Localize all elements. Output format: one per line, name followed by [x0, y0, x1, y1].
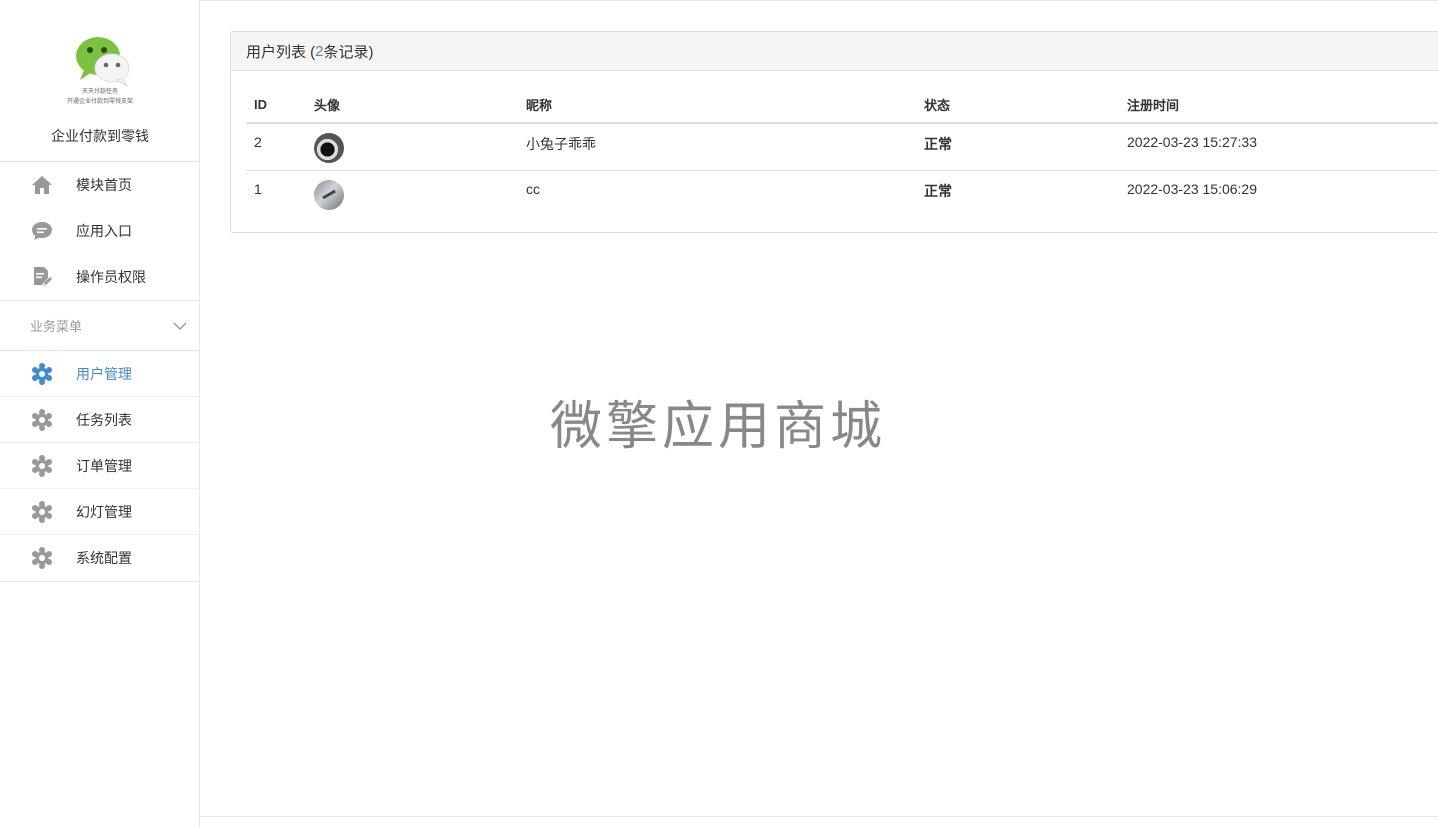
nav-item-label: 用户管理	[76, 365, 132, 382]
sidebar: 天天付款任务 开通企业付款到零钱支架 企业付款到零钱 模块首页 应用入口 操作员…	[0, 0, 200, 828]
column-header-nickname: 昵称	[518, 87, 916, 124]
nav-item-label: 任务列表	[76, 411, 132, 428]
cell-registered: 2022-03-23 15:27:33	[1119, 123, 1438, 171]
gear-icon	[30, 454, 54, 478]
cell-nickname: cc	[526, 180, 540, 197]
gear-icon	[30, 500, 54, 524]
brand-tagline: 天天付款任务	[81, 89, 118, 95]
biz-menu-title: 业务菜单	[30, 319, 83, 334]
table-row[interactable]: 1 cc 正常 2022-03-23 15:06:29	[246, 170, 1438, 217]
cell-nickname: 小兔子乖乖	[518, 123, 916, 171]
nav-item-module-home[interactable]: 模块首页	[0, 162, 199, 208]
gear-icon	[30, 408, 54, 432]
cell-id: 2	[246, 123, 306, 171]
avatar	[314, 133, 344, 163]
cell-registered: 2022-03-23 15:06:29	[1127, 180, 1257, 197]
cell-avatar	[306, 170, 518, 217]
table-header-row: ID 头像 昵称 状态 注册时间	[246, 87, 1438, 124]
brand-name: 企业付款到零钱	[51, 128, 149, 144]
nav-item-label: 订单管理	[76, 457, 132, 474]
cell-status: 正常	[916, 123, 1119, 171]
main-nav: 模块首页 应用入口 操作员权限	[0, 162, 199, 301]
cell-id: 1	[254, 180, 262, 197]
column-header-registered: 注册时间	[1119, 87, 1438, 124]
nav-item-label: 系统配置	[76, 550, 132, 566]
chat-bubble-icon	[30, 219, 54, 243]
nav-item-label: 模块首页	[76, 177, 132, 193]
column-header-avatar: 头像	[306, 87, 518, 124]
user-list-panel: 用户列表 (2 条记录) ID 头像 昵称 状态 注册时间 2 小兔子乖乖 正常 …	[230, 31, 1438, 233]
panel-title: 用户列表 (2 条记录)	[231, 32, 1438, 71]
sidebar-item-task-list[interactable]: 任务列表	[0, 397, 199, 443]
nav-item-label: 幻灯管理	[76, 503, 132, 520]
watermark: 微擎应用商城	[550, 397, 887, 457]
nav-item-label: 操作员权限	[76, 269, 146, 285]
sidebar-item-system-config[interactable]: 系统配置	[0, 535, 199, 581]
biz-menu: 用户管理 任务列表 订单管理 幻灯管理 系统配置	[0, 351, 199, 582]
cell-avatar	[306, 123, 518, 171]
brand-subtagline: 开通企业付款到零钱支架	[66, 99, 133, 105]
gear-icon	[30, 362, 54, 386]
column-header-id: ID	[246, 87, 306, 124]
sidebar-item-slide-management[interactable]: 幻灯管理	[0, 489, 199, 535]
column-header-status: 状态	[916, 87, 1119, 124]
home-icon	[30, 173, 54, 197]
nav-item-app-entry[interactable]: 应用入口	[0, 208, 199, 254]
nav-item-operator-permissions[interactable]: 操作员权限	[0, 254, 199, 300]
panel-title-prefix: 用户列表 (	[246, 43, 316, 61]
biz-menu-header[interactable]: 业务菜单	[0, 301, 199, 351]
nav-item-label: 应用入口	[76, 223, 132, 239]
sidebar-item-order-management[interactable]: 订单管理	[0, 443, 199, 489]
user-table: ID 头像 昵称 状态 注册时间 2 小兔子乖乖 正常 2022-03-23 1…	[246, 87, 1438, 217]
chevron-down-icon	[173, 318, 187, 334]
gear-icon	[30, 546, 54, 570]
cell-status: 正常	[924, 182, 952, 199]
record-count: 2	[315, 42, 324, 60]
avatar	[314, 179, 344, 210]
brand-block: 天天付款任务 开通企业付款到零钱支架 企业付款到零钱	[0, 0, 199, 162]
document-edit-icon	[30, 265, 54, 289]
table-row[interactable]: 2 小兔子乖乖 正常 2022-03-23 15:27:33	[246, 123, 1438, 171]
panel-title-suffix: 条记录)	[323, 43, 374, 61]
footer-divider	[200, 816, 1438, 817]
sidebar-item-user-management[interactable]: 用户管理	[0, 351, 199, 397]
